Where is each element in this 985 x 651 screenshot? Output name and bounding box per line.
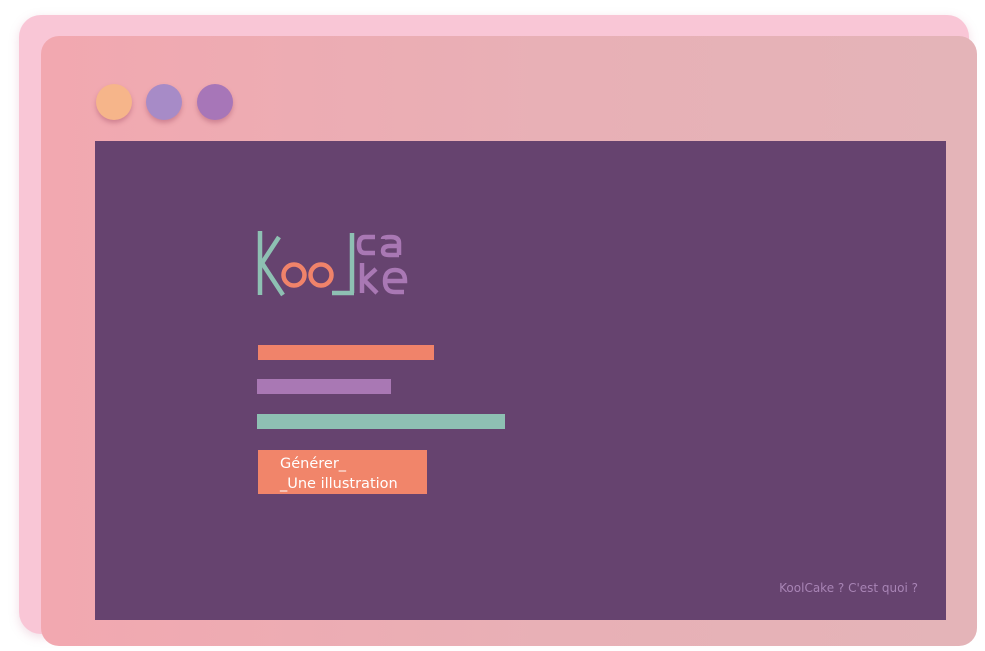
logo-letter-a [380,234,402,258]
about-koolcake-link[interactable]: KoolCake ? C'est quoi ? [779,581,918,595]
app-screen: Générer_ _Une illustration KoolCake ? C'… [95,141,946,620]
logo-letter-c [356,234,375,256]
logo-letter-o-1 [281,262,307,288]
logo-letter-e [382,267,408,295]
logo-letter-k-small-arms [360,267,379,295]
generate-illustration-button[interactable]: Générer_ _Une illustration [258,450,427,494]
browser-window-frame: Générer_ _Une illustration KoolCake ? C'… [19,15,977,646]
logo-letter-k-arms [259,235,285,297]
generate-button-line1: Générer_ [280,455,347,472]
window-control-dot-orange[interactable] [96,84,132,120]
logo-letter-o-2 [308,262,334,288]
decorative-bar-orange [258,345,434,360]
browser-window: Générer_ _Une illustration KoolCake ? C'… [41,36,977,646]
window-control-dot-lavender[interactable] [146,84,182,120]
decorative-bar-teal [257,414,505,429]
decorative-bar-purple [257,379,391,394]
window-control-dot-purple[interactable] [197,84,233,120]
generate-button-line2: _Une illustration [280,475,398,492]
koolcake-logo [257,231,408,297]
